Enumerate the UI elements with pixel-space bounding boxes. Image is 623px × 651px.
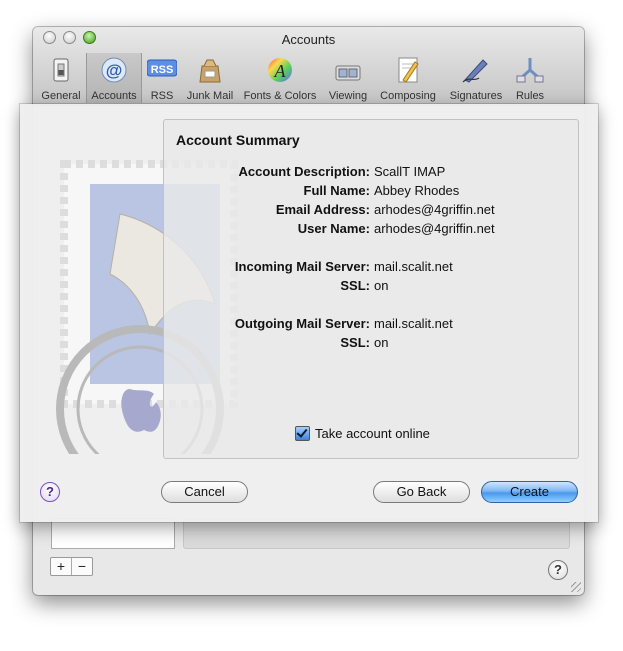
toolbar-label: Viewing bbox=[328, 90, 368, 102]
field-label: User Name: bbox=[297, 221, 370, 236]
rules-icon bbox=[516, 58, 544, 83]
toolbar-item-signatures[interactable]: Signatures bbox=[442, 53, 510, 103]
toolbar-label: Signatures bbox=[449, 90, 503, 102]
account-details-area bbox=[183, 518, 570, 549]
field-label: SSL: bbox=[340, 335, 370, 350]
svg-text:RSS: RSS bbox=[151, 64, 174, 76]
toolbar-item-composing[interactable]: Composing bbox=[374, 53, 442, 103]
rss-icon: RSS bbox=[147, 59, 177, 77]
field-row-incoming-server: Incoming Mail Server: mail.scalit.net bbox=[164, 259, 578, 277]
take-online-row[interactable]: Take account online bbox=[295, 426, 430, 441]
toolbar-item-rules[interactable]: Rules bbox=[510, 53, 550, 103]
composing-pencil-icon bbox=[398, 57, 419, 83]
field-value: mail.scalit.net bbox=[374, 259, 453, 274]
toolbar-label: Junk Mail bbox=[186, 90, 234, 102]
add-remove-buttons: + − bbox=[50, 557, 93, 576]
field-value: mail.scalit.net bbox=[374, 316, 453, 331]
toolbar-label: Accounts bbox=[91, 90, 137, 102]
toolbar-label: General bbox=[41, 90, 81, 102]
field-row-outgoing-server: Outgoing Mail Server: mail.scalit.net bbox=[164, 316, 578, 334]
toolbar-label: RSS bbox=[150, 90, 174, 102]
toolbar-item-accounts[interactable]: @ Accounts bbox=[86, 53, 142, 103]
account-summary-box: Account Summary Account Description: Sca… bbox=[163, 119, 579, 459]
take-online-label[interactable]: Take account online bbox=[315, 426, 430, 441]
junk-mail-bag-icon bbox=[199, 59, 221, 83]
fonts-colors-icon: A bbox=[268, 58, 292, 82]
field-label: Full Name: bbox=[303, 183, 370, 198]
toolbar-item-junk-mail[interactable]: Junk Mail bbox=[182, 53, 238, 103]
field-value: arhodes@4griffin.net bbox=[374, 202, 495, 217]
create-button[interactable]: Create bbox=[481, 481, 578, 503]
toolbar-label: Fonts & Colors bbox=[243, 90, 317, 102]
accounts-list-area[interactable] bbox=[51, 518, 175, 549]
toolbar-label: Rules bbox=[515, 90, 545, 102]
account-summary-sheet: Account Summary Account Description: Sca… bbox=[20, 104, 598, 522]
field-label: Outgoing Mail Server: bbox=[234, 316, 370, 331]
field-value: on bbox=[374, 335, 389, 350]
toolbar-item-rss[interactable]: RSS RSS bbox=[142, 53, 182, 103]
toolbar-item-general[interactable]: General bbox=[36, 53, 86, 103]
remove-account-button[interactable]: − bbox=[71, 558, 92, 575]
svg-text:A: A bbox=[274, 61, 287, 81]
take-online-checkbox[interactable] bbox=[295, 426, 310, 441]
general-switch-icon bbox=[53, 58, 69, 82]
field-label: Account Description: bbox=[238, 164, 370, 179]
field-row-account-description: Account Description: ScallT IMAP bbox=[164, 164, 578, 182]
resize-grip-icon[interactable] bbox=[571, 582, 581, 592]
summary-title: Account Summary bbox=[176, 132, 300, 148]
field-row-user-name: User Name: arhodes@4griffin.net bbox=[164, 221, 578, 239]
toolbar-item-fonts-colors[interactable]: A Fonts & Colors bbox=[238, 53, 322, 103]
window-title: Accounts bbox=[281, 32, 336, 47]
add-account-button[interactable]: + bbox=[51, 558, 71, 575]
toolbar-item-viewing[interactable]: Viewing bbox=[322, 53, 374, 103]
svg-text:@: @ bbox=[106, 61, 123, 80]
field-value: Abbey Rhodes bbox=[374, 183, 460, 198]
field-row-outgoing-ssl: SSL: on bbox=[164, 335, 578, 353]
field-value: ScallT IMAP bbox=[374, 164, 446, 179]
field-value: on bbox=[374, 278, 389, 293]
field-value: arhodes@4griffin.net bbox=[374, 221, 495, 236]
field-row-incoming-ssl: SSL: on bbox=[164, 278, 578, 296]
field-label: Email Address: bbox=[275, 202, 370, 217]
field-row-full-name: Full Name: Abbey Rhodes bbox=[164, 183, 578, 201]
signatures-pen-icon bbox=[462, 59, 488, 83]
preferences-toolbar: General @ Accounts RSS RSS Junk Mail A F… bbox=[36, 53, 550, 103]
sheet-help-button[interactable]: ? bbox=[40, 482, 60, 502]
titlebar: Accounts General @ Accounts RSS RSS Junk… bbox=[33, 27, 584, 106]
toolbar-label: Composing bbox=[380, 90, 436, 102]
field-label: SSL: bbox=[340, 278, 370, 293]
field-row-email-address: Email Address: arhodes@4griffin.net bbox=[164, 202, 578, 220]
cancel-button[interactable]: Cancel bbox=[161, 481, 248, 503]
at-sign-icon: @ bbox=[101, 57, 127, 83]
window-help-button[interactable]: ? bbox=[548, 560, 568, 580]
viewing-icon bbox=[335, 65, 361, 81]
go-back-button[interactable]: Go Back bbox=[373, 481, 470, 503]
field-label: Incoming Mail Server: bbox=[234, 259, 370, 274]
